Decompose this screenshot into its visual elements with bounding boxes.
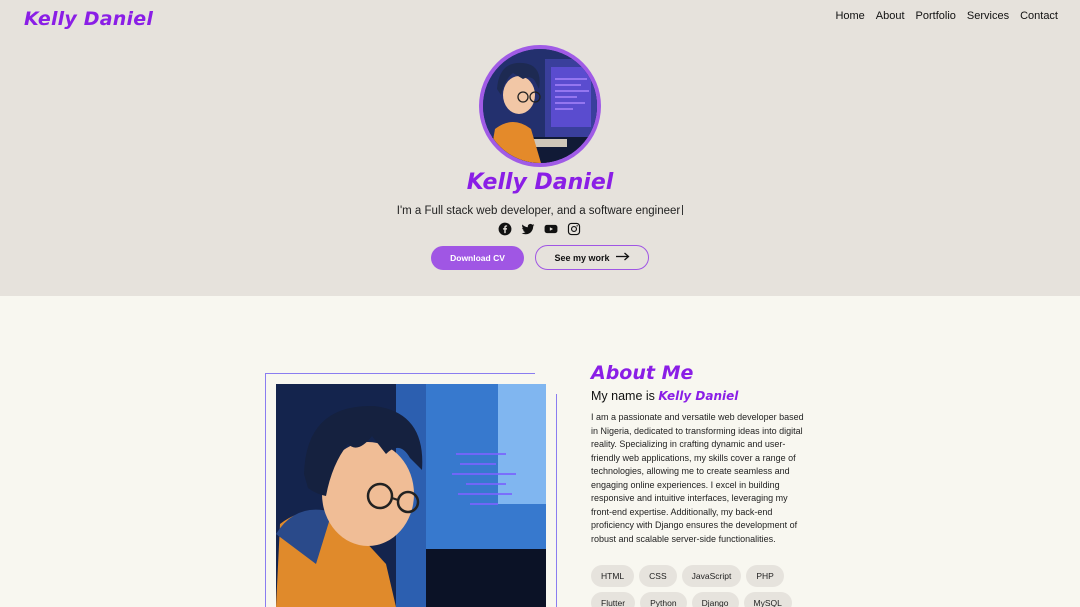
frame-line-right <box>556 394 557 607</box>
avatar-ring <box>479 45 601 167</box>
arrow-right-icon <box>615 252 630 263</box>
main-nav: Home About Portfolio Services Contact <box>835 10 1058 22</box>
facebook-icon[interactable] <box>498 222 512 236</box>
skills-list: HTML CSS JavaScript PHP Flutter Python D… <box>591 565 811 607</box>
about-illustration <box>276 384 546 607</box>
tagline-text: I'm a Full stack web developer, and a so… <box>396 205 681 217</box>
skill-tag: Django <box>691 592 739 607</box>
nav-about[interactable]: About <box>876 10 905 22</box>
skill-tag: Flutter <box>591 592 636 607</box>
skill-tag: Python <box>640 592 687 607</box>
see-my-work-label: See my work <box>554 252 610 263</box>
instagram-icon[interactable] <box>567 222 581 236</box>
skill-tag: PHP <box>746 565 784 587</box>
about-photo <box>276 384 546 607</box>
skill-tag: HTML <box>591 565 635 587</box>
hero-section: Kelly Daniel Home About Portfolio Servic… <box>0 0 1080 296</box>
nav-portfolio[interactable]: Portfolio <box>916 10 956 22</box>
twitter-icon[interactable] <box>521 222 535 236</box>
about-subtitle: My name is Kelly Daniel <box>591 389 738 403</box>
nav-home[interactable]: Home <box>835 10 864 22</box>
about-title: About Me <box>591 362 694 384</box>
skill-tag: CSS <box>639 565 677 587</box>
see-my-work-button[interactable]: See my work <box>535 245 649 270</box>
avatar-illustration <box>483 49 597 163</box>
avatar <box>483 49 597 163</box>
hero-name: Kelly Daniel <box>466 170 614 195</box>
download-cv-button[interactable]: Download CV <box>431 246 524 270</box>
about-description: I am a passionate and versatile web deve… <box>591 412 804 544</box>
about-name: Kelly Daniel <box>658 389 739 403</box>
frame-line-top <box>265 373 535 374</box>
hero-tagline: I'm a Full stack web developer, and a so… <box>0 205 1080 217</box>
typing-cursor <box>682 205 684 215</box>
nav-services[interactable]: Services <box>967 10 1009 22</box>
youtube-icon[interactable] <box>544 222 558 236</box>
nav-contact[interactable]: Contact <box>1020 10 1058 22</box>
about-intro: My name is <box>591 389 659 403</box>
brand-logo[interactable]: Kelly Daniel <box>24 8 153 30</box>
frame-line-left <box>265 373 266 607</box>
skill-tag: MySQL <box>743 592 792 607</box>
skill-tag: JavaScript <box>681 565 742 587</box>
social-links <box>498 222 581 236</box>
